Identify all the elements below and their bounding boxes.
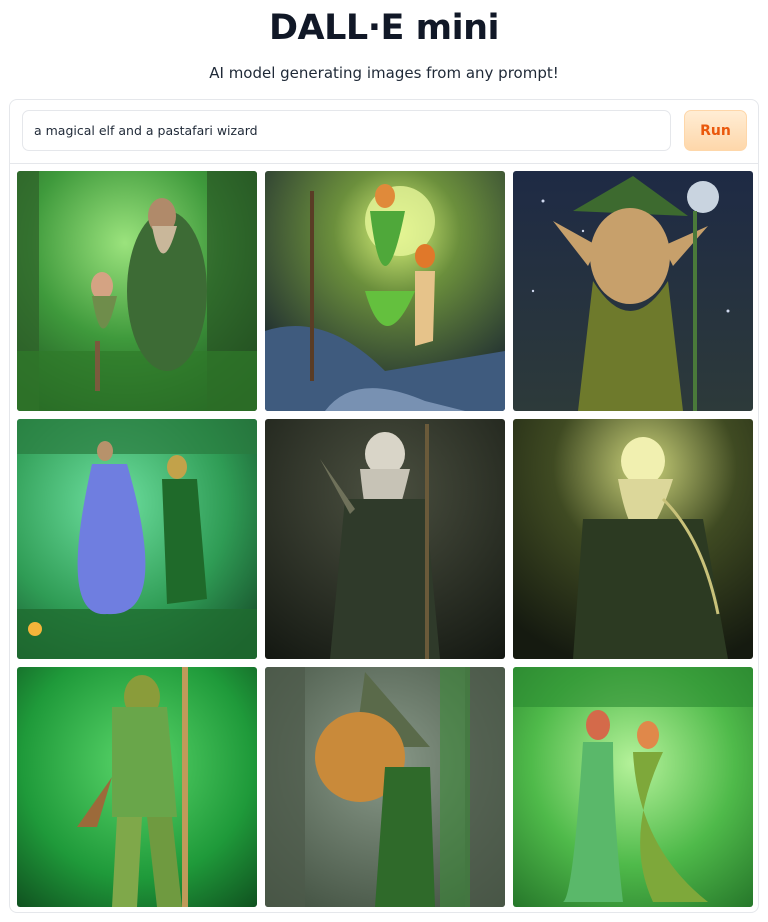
generated-image-7-art (17, 667, 257, 907)
generated-image-1[interactable] (17, 171, 257, 411)
generated-image-5-art (265, 419, 505, 659)
generated-image-8[interactable] (265, 667, 505, 907)
page-subtitle: AI model generating images from any prom… (209, 64, 559, 82)
generated-image-3[interactable] (513, 171, 753, 411)
generator-panel: Run (9, 99, 759, 913)
generated-image-9-art (513, 667, 753, 907)
generated-image-9[interactable] (513, 667, 753, 907)
generated-image-8-art (265, 667, 505, 907)
prompt-input[interactable] (22, 110, 671, 151)
image-gallery (17, 171, 753, 907)
generated-image-2[interactable] (265, 171, 505, 411)
generated-image-7[interactable] (17, 667, 257, 907)
generated-image-5[interactable] (265, 419, 505, 659)
generated-image-2-art (265, 171, 505, 411)
page-title: DALL·E mini (268, 8, 500, 48)
generated-image-6-art (513, 419, 753, 659)
generated-image-4-art (17, 419, 257, 659)
prompt-row: Run (10, 100, 758, 164)
generated-image-4[interactable] (17, 419, 257, 659)
generated-image-3-art (513, 171, 753, 411)
generated-image-1-art (17, 171, 257, 411)
run-button[interactable]: Run (684, 110, 747, 151)
generated-image-6[interactable] (513, 419, 753, 659)
